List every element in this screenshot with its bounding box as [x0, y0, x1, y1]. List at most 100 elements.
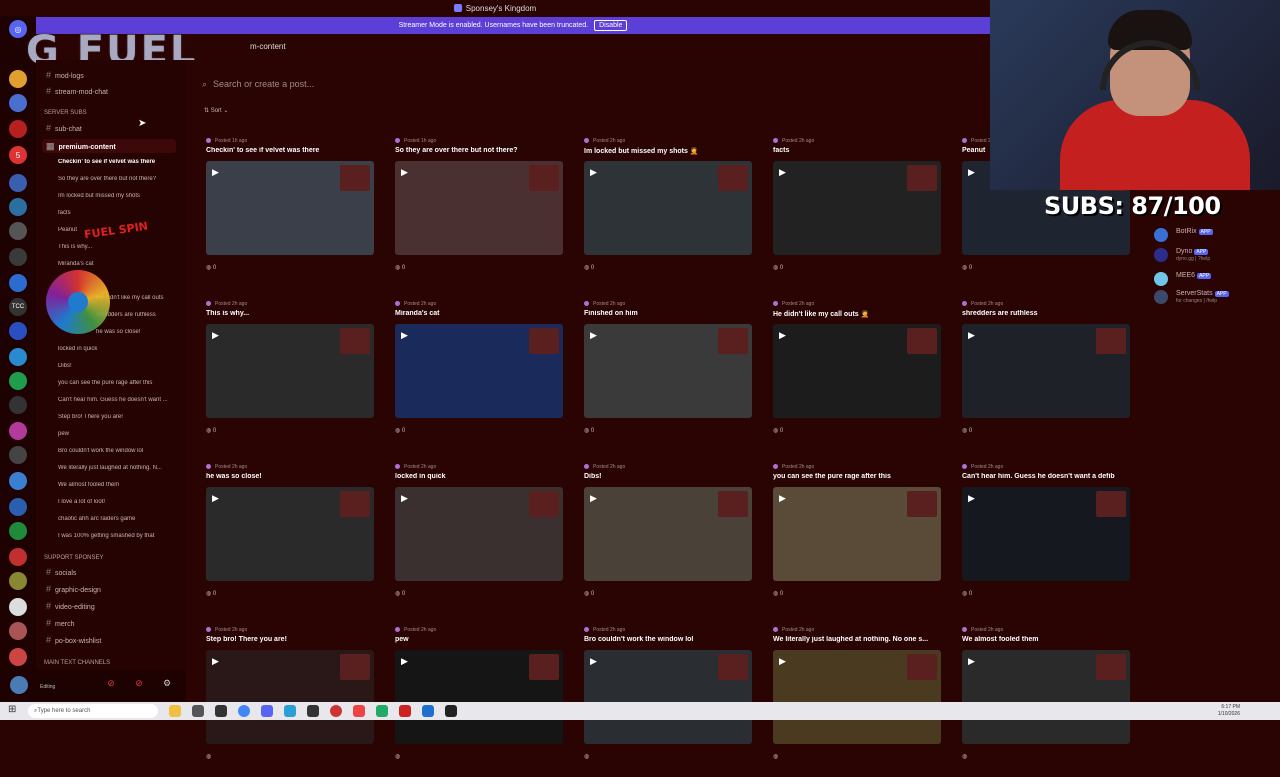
- sort-button[interactable]: ⇅ Sort ⌄: [204, 107, 228, 114]
- taskbar-search-input[interactable]: ⌕ Type here to search: [28, 704, 158, 718]
- server-icon[interactable]: [9, 174, 27, 192]
- post-thumbnail[interactable]: ▶: [395, 324, 563, 418]
- server-icon[interactable]: [9, 348, 27, 366]
- server-icon[interactable]: [9, 70, 27, 88]
- forum-post-card[interactable]: Posted 2h ago Finished on him ▶ ◍ 0: [584, 301, 754, 451]
- avatar[interactable]: [10, 676, 28, 694]
- server-icon[interactable]: [9, 572, 27, 590]
- discord-home-icon[interactable]: ◎: [9, 20, 27, 38]
- category-server-subs[interactable]: SERVER SUBS: [44, 110, 87, 116]
- channel-socials[interactable]: # socials: [46, 567, 186, 577]
- channel-graphic-design[interactable]: # graphic-design: [46, 584, 186, 594]
- server-icon[interactable]: [9, 396, 27, 414]
- chrome-icon[interactable]: [238, 705, 250, 717]
- thread-item[interactable]: I love a lot of loot!: [58, 499, 183, 505]
- post-thumbnail[interactable]: ▶: [584, 487, 752, 581]
- post-thumbnail[interactable]: ▶: [395, 161, 563, 255]
- post-thumbnail[interactable]: ▶: [206, 161, 374, 255]
- windows-start-icon[interactable]: ⊞: [8, 704, 22, 718]
- thread-item[interactable]: chaotic ahh arc raiders game: [58, 516, 183, 522]
- settings-gear-icon[interactable]: ⚙: [160, 678, 174, 692]
- post-thumbnail[interactable]: ▶: [773, 161, 941, 255]
- post-thumbnail[interactable]: ▶: [584, 324, 752, 418]
- forum-post-card[interactable]: Posted 2h ago locked in quick ▶ ◍ 0: [395, 464, 565, 614]
- post-thumbnail[interactable]: ▶: [206, 650, 374, 744]
- server-icon[interactable]: [9, 498, 27, 516]
- thread-item[interactable]: Im locked but missed my shots: [58, 193, 183, 199]
- server-icon[interactable]: [9, 198, 27, 216]
- thread-item[interactable]: locked in quick: [58, 346, 183, 352]
- channel-video-editing[interactable]: # video-editing: [46, 601, 186, 611]
- app-icon[interactable]: [399, 705, 411, 717]
- forum-post-card[interactable]: Posted 2h ago you can see the pure rage a…: [773, 464, 943, 614]
- server-icon[interactable]: [9, 248, 27, 266]
- thread-item[interactable]: So they are over there but not there?: [58, 176, 183, 182]
- server-icon[interactable]: [9, 222, 27, 240]
- post-thumbnail[interactable]: ▶: [584, 161, 752, 255]
- post-thumbnail[interactable]: ▶: [206, 324, 374, 418]
- forum-post-card[interactable]: Posted 2h ago he was so close! ▶ ◍ 0: [206, 464, 376, 614]
- server-icon[interactable]: [9, 322, 27, 340]
- thread-item[interactable]: Bro couldn't work the window lol: [58, 448, 183, 454]
- file-explorer-icon[interactable]: [169, 705, 181, 717]
- server-icon[interactable]: [9, 548, 27, 566]
- post-thumbnail[interactable]: ▶: [773, 650, 941, 744]
- forum-post-card[interactable]: Posted 2h ago He didn't like my call outs…: [773, 301, 943, 451]
- disable-button[interactable]: Disable: [594, 20, 628, 31]
- app-icon[interactable]: [376, 705, 388, 717]
- app-icon[interactable]: [422, 705, 434, 717]
- server-icon[interactable]: [9, 94, 27, 112]
- server-icon[interactable]: 5: [9, 146, 27, 164]
- server-icon[interactable]: [9, 372, 27, 390]
- channel-sub-chat[interactable]: # sub-chat: [46, 123, 186, 133]
- post-thumbnail[interactable]: ▶: [206, 487, 374, 581]
- forum-post-card[interactable]: Posted 2h ago This is why... ▶ ◍ 0: [206, 301, 376, 451]
- server-icon[interactable]: [9, 422, 27, 440]
- post-thumbnail[interactable]: ▶: [962, 324, 1130, 418]
- thread-item[interactable]: Dibs!: [58, 363, 183, 369]
- thread-item[interactable]: We literally just laughed at nothing. N.…: [58, 465, 183, 471]
- thread-item[interactable]: Miranda's cat: [58, 261, 183, 267]
- server-icon[interactable]: [9, 472, 27, 490]
- server-icon[interactable]: [9, 648, 27, 666]
- post-thumbnail[interactable]: ▶: [962, 650, 1130, 744]
- server-icon[interactable]: [9, 446, 27, 464]
- post-thumbnail[interactable]: ▶: [584, 650, 752, 744]
- forum-post-card[interactable]: Posted 2h ago Dibs! ▶ ◍ 0: [584, 464, 754, 614]
- thread-item[interactable]: This is why...: [58, 244, 183, 250]
- app-icon[interactable]: [215, 705, 227, 717]
- taskbar-clock[interactable]: 6:17 PM 1/10/2026: [1218, 704, 1240, 718]
- server-icon[interactable]: [9, 522, 27, 540]
- thread-item[interactable]: Checkin' to see if velvet was there: [58, 159, 183, 165]
- channel-merch[interactable]: # merch: [46, 618, 186, 628]
- terminal-icon[interactable]: [445, 705, 457, 717]
- category-support-sponsey[interactable]: SUPPORT SPONSEY: [44, 555, 103, 561]
- thread-item[interactable]: Step bro! There you are!: [58, 414, 183, 420]
- server-icon[interactable]: [9, 622, 27, 640]
- mute-mic-icon[interactable]: ⊘: [104, 678, 118, 692]
- thread-item[interactable]: facts: [58, 210, 183, 216]
- post-thumbnail[interactable]: ▶: [773, 487, 941, 581]
- obs-icon[interactable]: [330, 705, 342, 717]
- app-icon[interactable]: [307, 705, 319, 717]
- forum-post-card[interactable]: Posted 1h ago Checkin' to see if velvet w…: [206, 138, 376, 288]
- post-thumbnail[interactable]: ▶: [395, 650, 563, 744]
- app-icon[interactable]: [284, 705, 296, 717]
- forum-post-card[interactable]: Posted 2h ago Miranda's cat ▶ ◍ 0: [395, 301, 565, 451]
- app-icon[interactable]: [353, 705, 365, 717]
- thread-item[interactable]: you can see the pure rage after this: [58, 380, 183, 386]
- category-main-text-channels[interactable]: MAIN TEXT CHANNELS: [44, 660, 110, 666]
- post-thumbnail[interactable]: ▶: [395, 487, 563, 581]
- app-icon[interactable]: [192, 705, 204, 717]
- channel-premium-content[interactable]: ▦ premium-content: [46, 141, 186, 152]
- forum-post-card[interactable]: Posted 2h ago facts ▶ ◍ 0: [773, 138, 943, 288]
- server-icon[interactable]: TCC: [9, 298, 27, 316]
- channel-mod-logs[interactable]: # mod-logs: [46, 70, 186, 80]
- thread-item[interactable]: I was 100% getting smashed by that: [58, 533, 183, 539]
- forum-post-card[interactable]: Posted 1h ago So they are over there but …: [395, 138, 565, 288]
- forum-post-card[interactable]: Posted 2h ago Can't hear him. Guess he do…: [962, 464, 1132, 614]
- forum-post-card[interactable]: Posted 2h ago shredders are ruthless ▶ ◍ 0: [962, 301, 1132, 451]
- discord-icon[interactable]: [261, 705, 273, 717]
- server-icon[interactable]: [9, 598, 27, 616]
- server-icon[interactable]: [9, 120, 27, 138]
